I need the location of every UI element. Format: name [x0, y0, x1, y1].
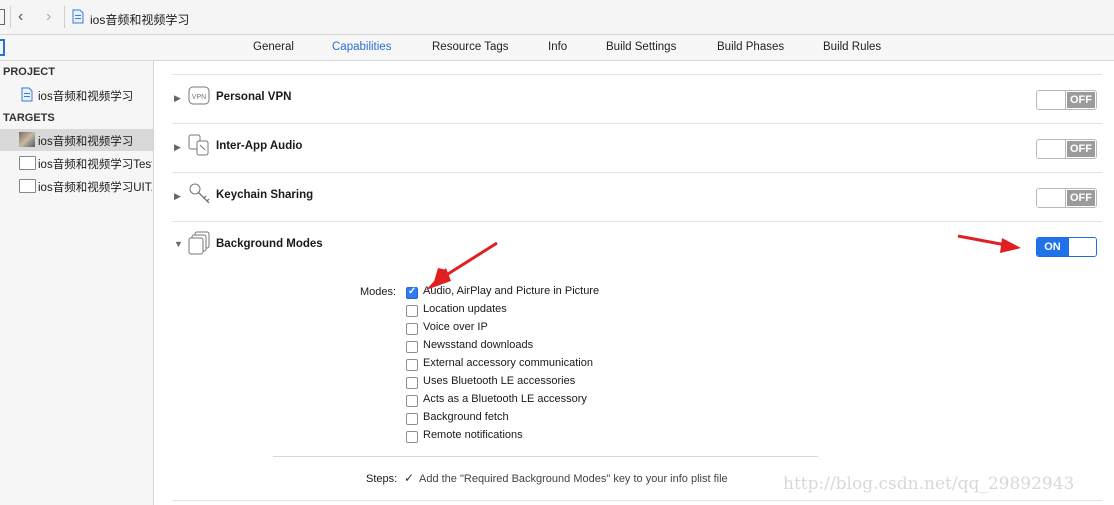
- toggle-state: OFF: [1067, 141, 1095, 157]
- toggle-knob: [1037, 189, 1066, 207]
- targets-header: TARGETS: [3, 112, 55, 124]
- tab-capabilities[interactable]: Capabilities: [332, 41, 391, 53]
- inter-app-audio-toggle[interactable]: OFF: [1036, 139, 1097, 159]
- toggle-state: ON: [1037, 238, 1068, 256]
- sidebar-item-target-tests[interactable]: ios音频和视频学习Tests: [0, 152, 153, 174]
- checkmark-icon: ✓: [404, 471, 415, 485]
- forward-arrow-icon[interactable]: ›: [46, 8, 51, 26]
- mode-label: Voice over IP: [423, 321, 488, 333]
- inter-app-audio-icon: [188, 134, 209, 156]
- folder-icon: [19, 156, 36, 170]
- toggle-knob: [1068, 238, 1096, 256]
- divider: [172, 500, 1102, 501]
- project-file-icon: [72, 9, 84, 24]
- tab-build-settings[interactable]: Build Settings: [606, 41, 676, 53]
- tab-build-phases[interactable]: Build Phases: [717, 41, 784, 53]
- capability-name: Inter-App Audio: [216, 140, 303, 152]
- mode-label: Background fetch: [423, 411, 509, 423]
- tab-info[interactable]: Info: [548, 41, 567, 53]
- mode-checkbox[interactable]: [406, 359, 418, 371]
- mode-checkbox[interactable]: [406, 413, 418, 425]
- sidebar-item-target-app[interactable]: ios音频和视频学习: [0, 129, 153, 151]
- sidebar-item-label: ios音频和视频学习Tests: [38, 159, 152, 171]
- mode-checkbox[interactable]: [406, 395, 418, 407]
- steps-text: Add the "Required Background Modes" key …: [419, 473, 728, 485]
- back-arrow-icon[interactable]: ‹: [18, 8, 23, 26]
- personal-vpn-toggle[interactable]: OFF: [1036, 90, 1097, 110]
- capability-name: Personal VPN: [216, 91, 292, 103]
- mode-checkbox[interactable]: [406, 341, 418, 353]
- grid-icon[interactable]: [0, 9, 5, 25]
- mode-label: Audio, AirPlay and Picture in Picture: [423, 285, 600, 297]
- project-file-icon: [21, 87, 33, 102]
- tab-general[interactable]: General: [253, 41, 294, 53]
- path-bar: ‹ › ios音频和视频学习: [0, 0, 1114, 35]
- background-modes-icon: [188, 231, 210, 255]
- capability-background-modes: ▼ Background Modes ON: [172, 222, 1102, 270]
- capability-keychain-sharing: ▶ Keychain Sharing OFF: [172, 173, 1102, 221]
- mode-label: Remote notifications: [423, 429, 523, 441]
- keychain-sharing-toggle[interactable]: OFF: [1036, 188, 1097, 208]
- app-icon: [19, 132, 35, 147]
- mode-label: Uses Bluetooth LE accessories: [423, 375, 576, 387]
- mode-checkbox[interactable]: [406, 305, 418, 317]
- mode-checkbox[interactable]: [406, 323, 418, 335]
- separator: [10, 6, 11, 28]
- watermark: http://blog.csdn.net/qq_29892943: [783, 474, 1075, 494]
- tab-build-rules[interactable]: Build Rules: [823, 41, 881, 53]
- mode-label: Acts as a Bluetooth LE accessory: [423, 393, 587, 405]
- mode-label: Location updates: [423, 303, 507, 315]
- steps-label: Steps:: [366, 473, 398, 485]
- vpn-icon: VPN: [188, 86, 210, 105]
- sidebar-item-label: ios音频和视频学习: [38, 91, 134, 103]
- capability-inter-app-audio: ▶ Inter-App Audio OFF: [172, 124, 1102, 172]
- mode-label: External accessory communication: [423, 357, 593, 369]
- project-header: PROJECT: [3, 66, 55, 78]
- capability-name: Background Modes: [216, 238, 323, 250]
- mode-checkbox[interactable]: [406, 431, 418, 443]
- capability-personal-vpn: ▶ VPN Personal VPN OFF: [172, 75, 1102, 123]
- toggle-state: OFF: [1067, 92, 1095, 108]
- folder-icon: [19, 179, 36, 193]
- project-sidebar: PROJECT ios音频和视频学习 TARGETS ios音频和视频学习 io…: [0, 61, 154, 505]
- mode-label: Newsstand downloads: [423, 339, 534, 351]
- disclosure-triangle-expanded-icon[interactable]: ▼: [174, 239, 183, 249]
- tab-resource-tags[interactable]: Resource Tags: [432, 41, 509, 53]
- toggle-state: OFF: [1067, 190, 1095, 206]
- toggle-knob: [1037, 91, 1066, 109]
- toggle-knob: [1037, 140, 1066, 158]
- breadcrumb[interactable]: ios音频和视频学习: [90, 11, 189, 28]
- divider: [273, 456, 818, 457]
- disclosure-triangle-icon[interactable]: ▶: [174, 142, 181, 153]
- svg-text:VPN: VPN: [192, 94, 206, 101]
- sidebar-item-label: ios音频和视频学习UIT...: [38, 182, 152, 194]
- sidebar-toggle-icon[interactable]: [0, 39, 5, 56]
- disclosure-triangle-icon[interactable]: ▶: [174, 191, 181, 202]
- background-modes-toggle[interactable]: ON: [1036, 237, 1097, 257]
- disclosure-triangle-icon[interactable]: ▶: [174, 93, 181, 104]
- separator: [64, 6, 65, 28]
- sidebar-item-label: ios音频和视频学习: [38, 136, 134, 148]
- sidebar-item-project[interactable]: ios音频和视频学习: [0, 84, 153, 106]
- keychain-icon: [189, 183, 210, 204]
- editor-tab-bar: General Capabilities Resource Tags Info …: [0, 35, 1114, 61]
- mode-checkbox[interactable]: [406, 377, 418, 389]
- mode-checkbox[interactable]: [406, 286, 418, 299]
- sidebar-item-target-uitests[interactable]: ios音频和视频学习UIT...: [0, 175, 153, 197]
- capability-name: Keychain Sharing: [216, 189, 314, 201]
- modes-label: Modes:: [360, 286, 397, 298]
